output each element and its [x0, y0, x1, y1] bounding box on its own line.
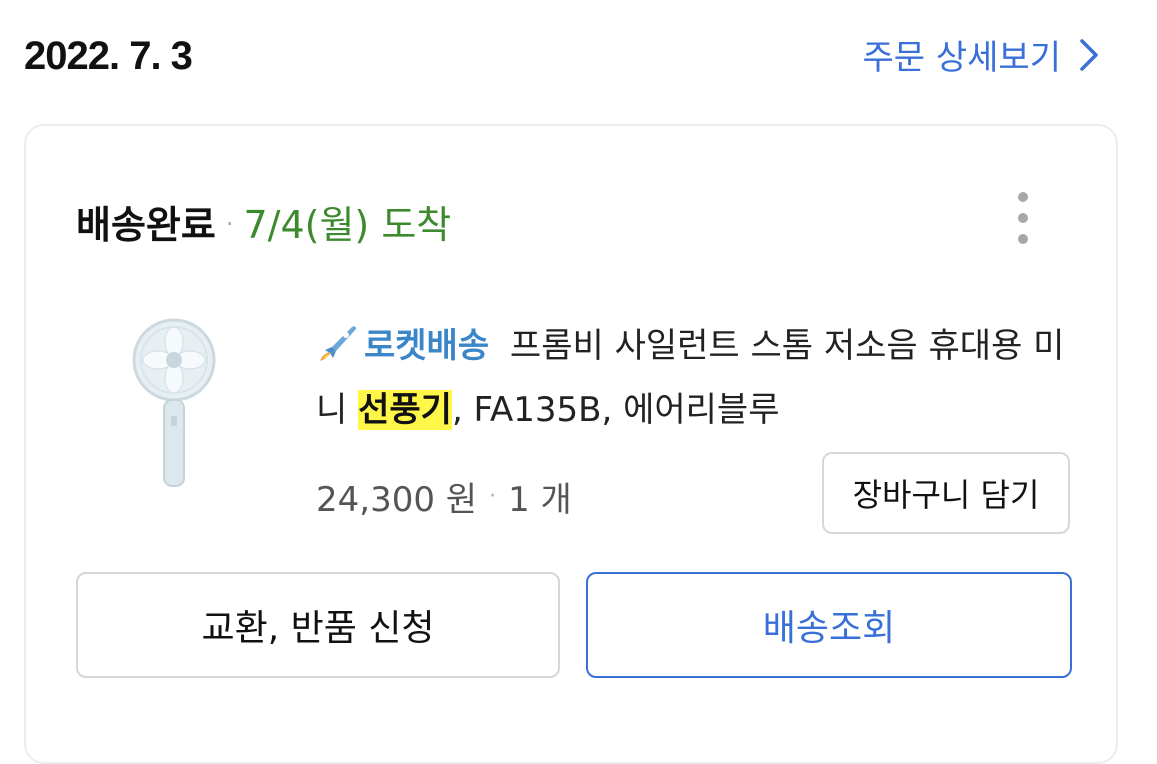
more-vertical-icon[interactable] — [1008, 192, 1038, 244]
product-thumbnail[interactable] — [126, 316, 222, 492]
rocket-delivery-badge: 로켓배송 — [364, 326, 490, 366]
shipment-status-row: 배송완료 · 7/4(월) 도착 — [76, 194, 451, 249]
add-to-cart-button[interactable]: 장바구니 담기 — [822, 452, 1070, 534]
product-name-highlight: 선풍기 — [358, 390, 452, 430]
price-row: 24,300 원 · 1 개 — [316, 472, 572, 521]
exchange-return-button[interactable]: 교환, 반품 신청 — [76, 572, 560, 678]
menu-dot — [1018, 192, 1028, 202]
rocket-icon — [320, 326, 356, 361]
track-delivery-button[interactable]: 배송조회 — [586, 572, 1072, 678]
product-quantity: 1 개 — [508, 480, 572, 520]
status-separator: · — [225, 210, 234, 238]
shipment-status: 배송완료 — [76, 203, 216, 247]
order-detail-link-label: 주문 상세보기 — [862, 38, 1062, 78]
product-title[interactable]: 로켓배송 프롬비 사일런트 스톰 저소음 휴대용 미니 선풍기, FA135B,… — [316, 314, 1076, 442]
menu-dot — [1018, 234, 1028, 244]
product-name-part: , FA135B, 에어리블루 — [451, 390, 780, 430]
product-price: 24,300 원 — [316, 480, 478, 520]
order-detail-link[interactable]: 주문 상세보기 — [863, 30, 1100, 79]
menu-dot — [1018, 213, 1028, 223]
price-separator: · — [489, 484, 497, 509]
order-date: 2022. 7. 3 — [24, 34, 193, 78]
arrival-date: 7/4(월) 도착 — [243, 203, 452, 247]
chevron-right-icon — [1080, 38, 1098, 71]
order-card: 배송완료 · 7/4(월) 도착 로켓배송 프롬비 사일런트 스톰 저소음 휴대… — [24, 124, 1118, 764]
